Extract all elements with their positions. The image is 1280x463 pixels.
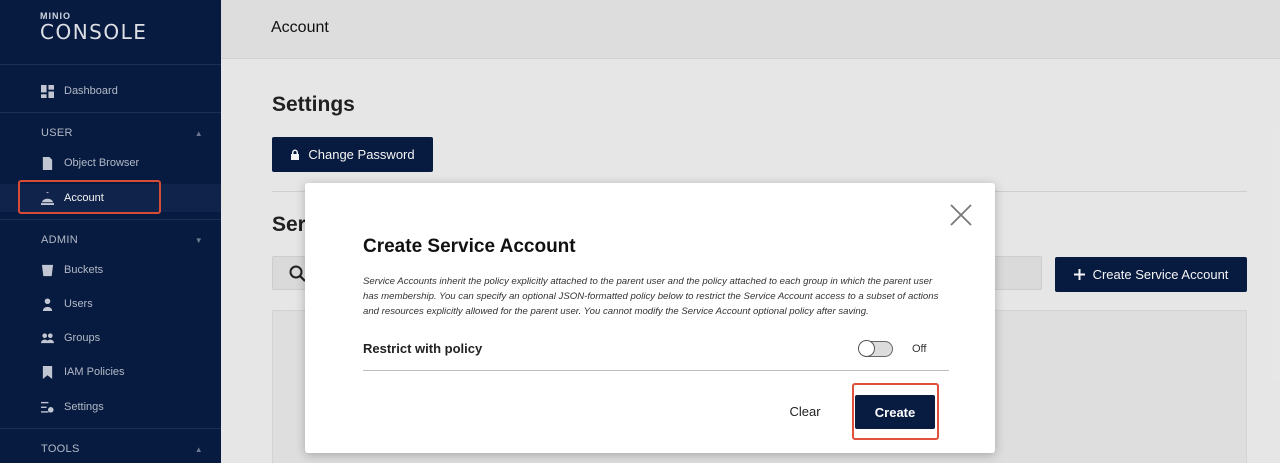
create-service-account-dialog: Create Service Account Service Accounts … [305, 183, 995, 453]
dialog-description: Service Accounts inherit the policy expl… [363, 276, 939, 318]
toggle-state-label: Off [912, 343, 927, 355]
close-icon[interactable] [948, 202, 974, 228]
clear-button[interactable]: Clear [775, 399, 835, 423]
restrict-policy-toggle[interactable] [858, 340, 893, 357]
toggle-knob [858, 340, 875, 357]
create-highlight-box [852, 383, 939, 440]
dialog-title: Create Service Account [363, 236, 576, 257]
dialog-divider [363, 370, 949, 371]
restrict-policy-label: Restrict with policy [363, 341, 483, 356]
